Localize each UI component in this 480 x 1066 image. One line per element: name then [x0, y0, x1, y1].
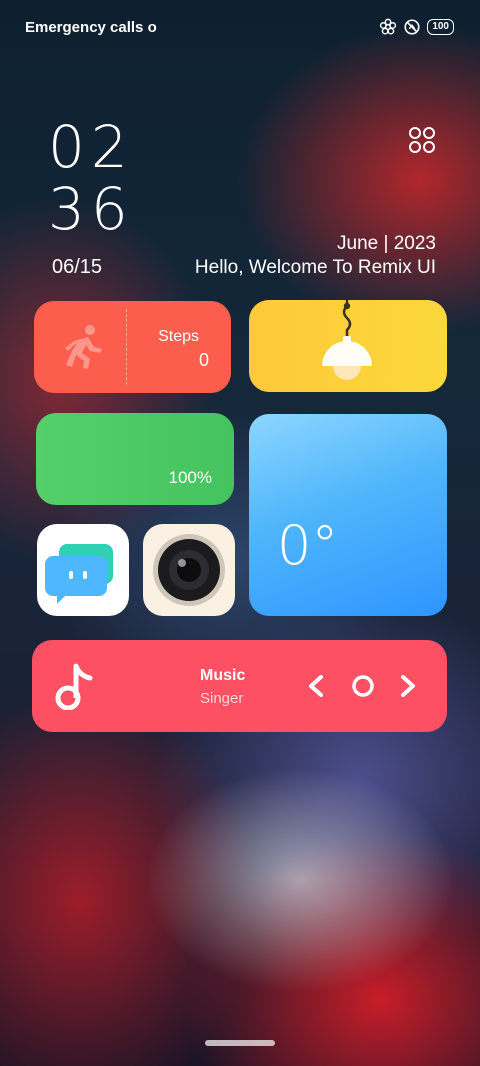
greeting-text: Hello, Welcome To Remix UI: [194, 257, 436, 278]
chevron-right-icon: [401, 675, 415, 697]
lamp-icon: [322, 300, 372, 380]
camera-app-icon[interactable]: [143, 524, 235, 616]
chevron-left-icon: [309, 675, 323, 697]
weather-widget[interactable]: 0°: [249, 414, 447, 616]
temperature-value: 0°: [277, 514, 339, 577]
date-short: 06/15: [52, 256, 103, 278]
clock-minute: 36: [48, 175, 134, 243]
apps-grid-icon[interactable]: [408, 126, 436, 154]
running-person-icon: [65, 325, 102, 369]
previous-track-button[interactable]: [303, 673, 329, 699]
home-indicator[interactable]: [205, 1040, 275, 1046]
lockscreen-clock: 02 36: [48, 116, 134, 240]
status-bar: Emergency calls o 100: [0, 0, 480, 58]
chat-bubbles-icon: [45, 544, 113, 604]
chat-app-icon[interactable]: [37, 524, 129, 616]
play-button[interactable]: [350, 673, 376, 699]
flower-icon: [380, 18, 397, 35]
lamp-widget[interactable]: [249, 300, 447, 392]
music-title: Music: [200, 667, 246, 684]
battery-widget[interactable]: 100%: [36, 413, 234, 505]
battery-indicator: 100: [427, 19, 454, 35]
steps-widget[interactable]: Steps 0: [34, 301, 231, 393]
next-track-button[interactable]: [395, 673, 421, 699]
camera-lens-icon: [153, 534, 225, 606]
battery-percent: 100%: [168, 468, 212, 487]
steps-value: 0: [198, 350, 209, 370]
music-singer: Singer: [200, 690, 244, 707]
month-year: June | 2023: [337, 233, 436, 254]
music-widget[interactable]: Music Singer: [32, 640, 447, 732]
carrier-text: Emergency calls o: [25, 19, 157, 36]
date-greeting-block: June | 2023 Hello, Welcome To Remix UI: [195, 232, 436, 280]
status-icons: 100: [379, 18, 454, 36]
music-note-icon: [55, 663, 93, 710]
no-signal-icon: [404, 19, 420, 35]
play-circle-icon: [352, 675, 374, 697]
steps-label: Steps: [158, 328, 199, 345]
steps-divider: [126, 309, 127, 385]
clock-hour: 02: [48, 113, 134, 181]
